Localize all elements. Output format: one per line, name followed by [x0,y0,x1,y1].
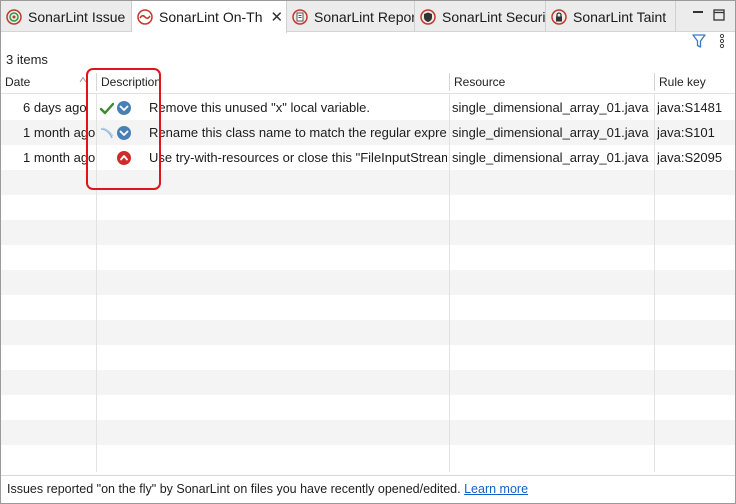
resource-cell: single_dimensional_array_01.java [452,150,649,165]
date-cell: 1 month ago [23,150,96,165]
minimize-view-icon[interactable] [691,8,705,22]
empty-row [1,220,735,245]
description-cell: Remove this unused "x" local variable. [149,100,370,115]
resource-cell: single_dimensional_array_01.java [452,125,649,140]
empty-row [1,270,735,295]
tab-label: SonarLint Repor [314,8,415,25]
tab-label: SonarLint On-Th [159,9,263,25]
blocker-severity-icon [117,151,131,165]
description-cell: Use try-with-resources or close this "Fi… [149,150,447,165]
column-line [449,94,450,472]
maximize-view-icon[interactable] [712,8,726,22]
table-header: Date Description Resource Rule key [1,70,735,94]
column-header-description[interactable]: Description [97,70,449,94]
empty-row [1,170,735,195]
tab-sonarlint-taint[interactable]: SonarLint Taint [546,1,676,32]
minor-severity-icon [117,126,131,140]
rule-key-cell: java:S2095 [657,150,723,165]
tab-sonarlint-security[interactable]: SonarLint Securi [415,1,546,32]
empty-row [1,370,735,395]
column-header-resource[interactable]: Resource [450,70,654,94]
tab-sonarlint-on-the-fly[interactable]: SonarLint On-Th ✕ [132,1,287,33]
column-line [96,94,97,472]
rule-key-cell: java:S101 [657,125,715,140]
learn-more-link[interactable]: Learn more [464,482,528,496]
empty-row [1,420,735,445]
table-row[interactable]: 6 days ago Remove this unused "x" local … [1,95,735,120]
sonarlint-security-icon [420,8,436,25]
close-tab-icon[interactable]: ✕ [271,8,284,26]
tab-label: SonarLint Taint [573,8,667,25]
tab-sonarlint-report[interactable]: SonarLint Repor [287,1,415,32]
rule-key-cell: java:S1481 [657,100,723,115]
view-tab-bar: SonarLint Issue SonarLint On-Th ✕ SonarL… [1,1,735,33]
minor-severity-icon [117,101,131,115]
sonarlint-report-icon [292,8,308,25]
date-cell: 6 days ago [23,100,87,115]
tab-label: SonarLint Issue [28,8,126,25]
item-count: 3 items [6,52,48,67]
sonarlint-taint-icon [551,8,567,25]
sort-ascending-icon [79,76,87,83]
empty-row [1,320,735,345]
issues-table: 6 days ago Remove this unused "x" local … [1,70,735,472]
table-row[interactable]: 1 month ago Use try-with-resources or cl… [1,145,735,170]
table-row[interactable]: 1 month ago Rename this class name to ma… [1,120,735,145]
filter-icon[interactable] [692,33,706,49]
status-bar: Issues reported "on the fly" by SonarLin… [1,475,735,503]
sonarlint-onthefly-icon [137,9,153,25]
tab-label: SonarLint Securi [442,8,546,25]
date-cell: 1 month ago [23,125,96,140]
tab-sonarlint-issues[interactable]: SonarLint Issue [1,1,132,32]
sonarlint-issues-icon [6,8,22,25]
new-code-icon [100,127,114,139]
resolved-check-icon [99,102,115,115]
column-header-rule-key[interactable]: Rule key [655,70,735,94]
status-text: Issues reported "on the fly" by SonarLin… [7,482,461,496]
view-menu-icon[interactable] [718,33,726,49]
column-line [654,94,655,472]
description-cell: Rename this class name to match the regu… [149,125,447,140]
resource-cell: single_dimensional_array_01.java [452,100,649,115]
